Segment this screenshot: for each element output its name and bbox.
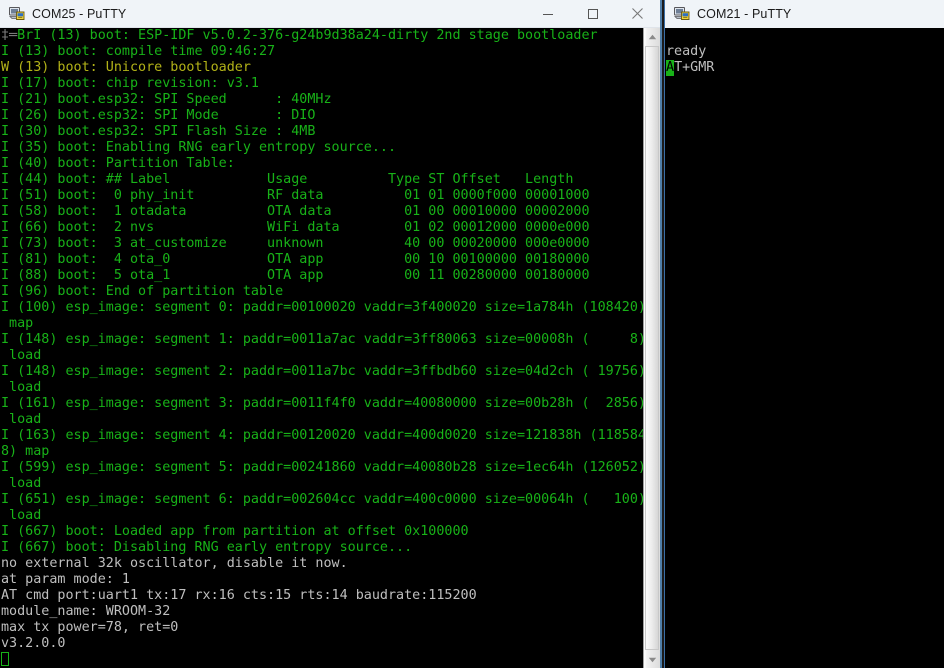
putty-computer-icon [9,6,25,22]
terminal-cursor-com25 [1,652,9,666]
close-button[interactable] [615,0,660,28]
window-controls-com25 [525,0,660,28]
window-title-com21: COM21 - PuTTY [697,7,792,21]
scroll-up-arrow[interactable] [644,28,660,45]
minimize-button[interactable] [525,0,570,28]
titlebar-com21[interactable]: COM21 - PuTTY [665,0,944,28]
putty-computer-icon [674,6,690,22]
terminal-output-com25[interactable]: ‡═BrI (13) boot: ESP-IDF v5.0.2-376-g24b… [0,28,643,668]
scrollbar-thumb[interactable] [645,46,659,650]
terminal-cursor-com21: A [666,60,675,76]
putty-window-com25: COM25 - PuTTY ‡═BrI (13) boot: ESP-IDF v… [0,0,662,668]
terminal-text-com25: ‡═BrI (13) boot: ESP-IDF v5.0.2-376-g24b… [1,28,643,668]
window-title-com25: COM25 - PuTTY [32,6,127,21]
putty-window-com21: COM21 - PuTTY ready AT+GMR [664,0,944,668]
maximize-button[interactable] [570,0,615,28]
terminal-text-com21: ready AT+GMR [666,44,715,76]
desktop: COM25 - PuTTY ‡═BrI (13) boot: ESP-IDF v… [0,0,944,668]
titlebar-com25[interactable]: COM25 - PuTTY [0,0,660,28]
scrollbar-com25[interactable] [643,28,660,668]
scroll-down-arrow[interactable] [644,651,660,668]
terminal-output-com21[interactable]: ready AT+GMR [665,28,944,668]
